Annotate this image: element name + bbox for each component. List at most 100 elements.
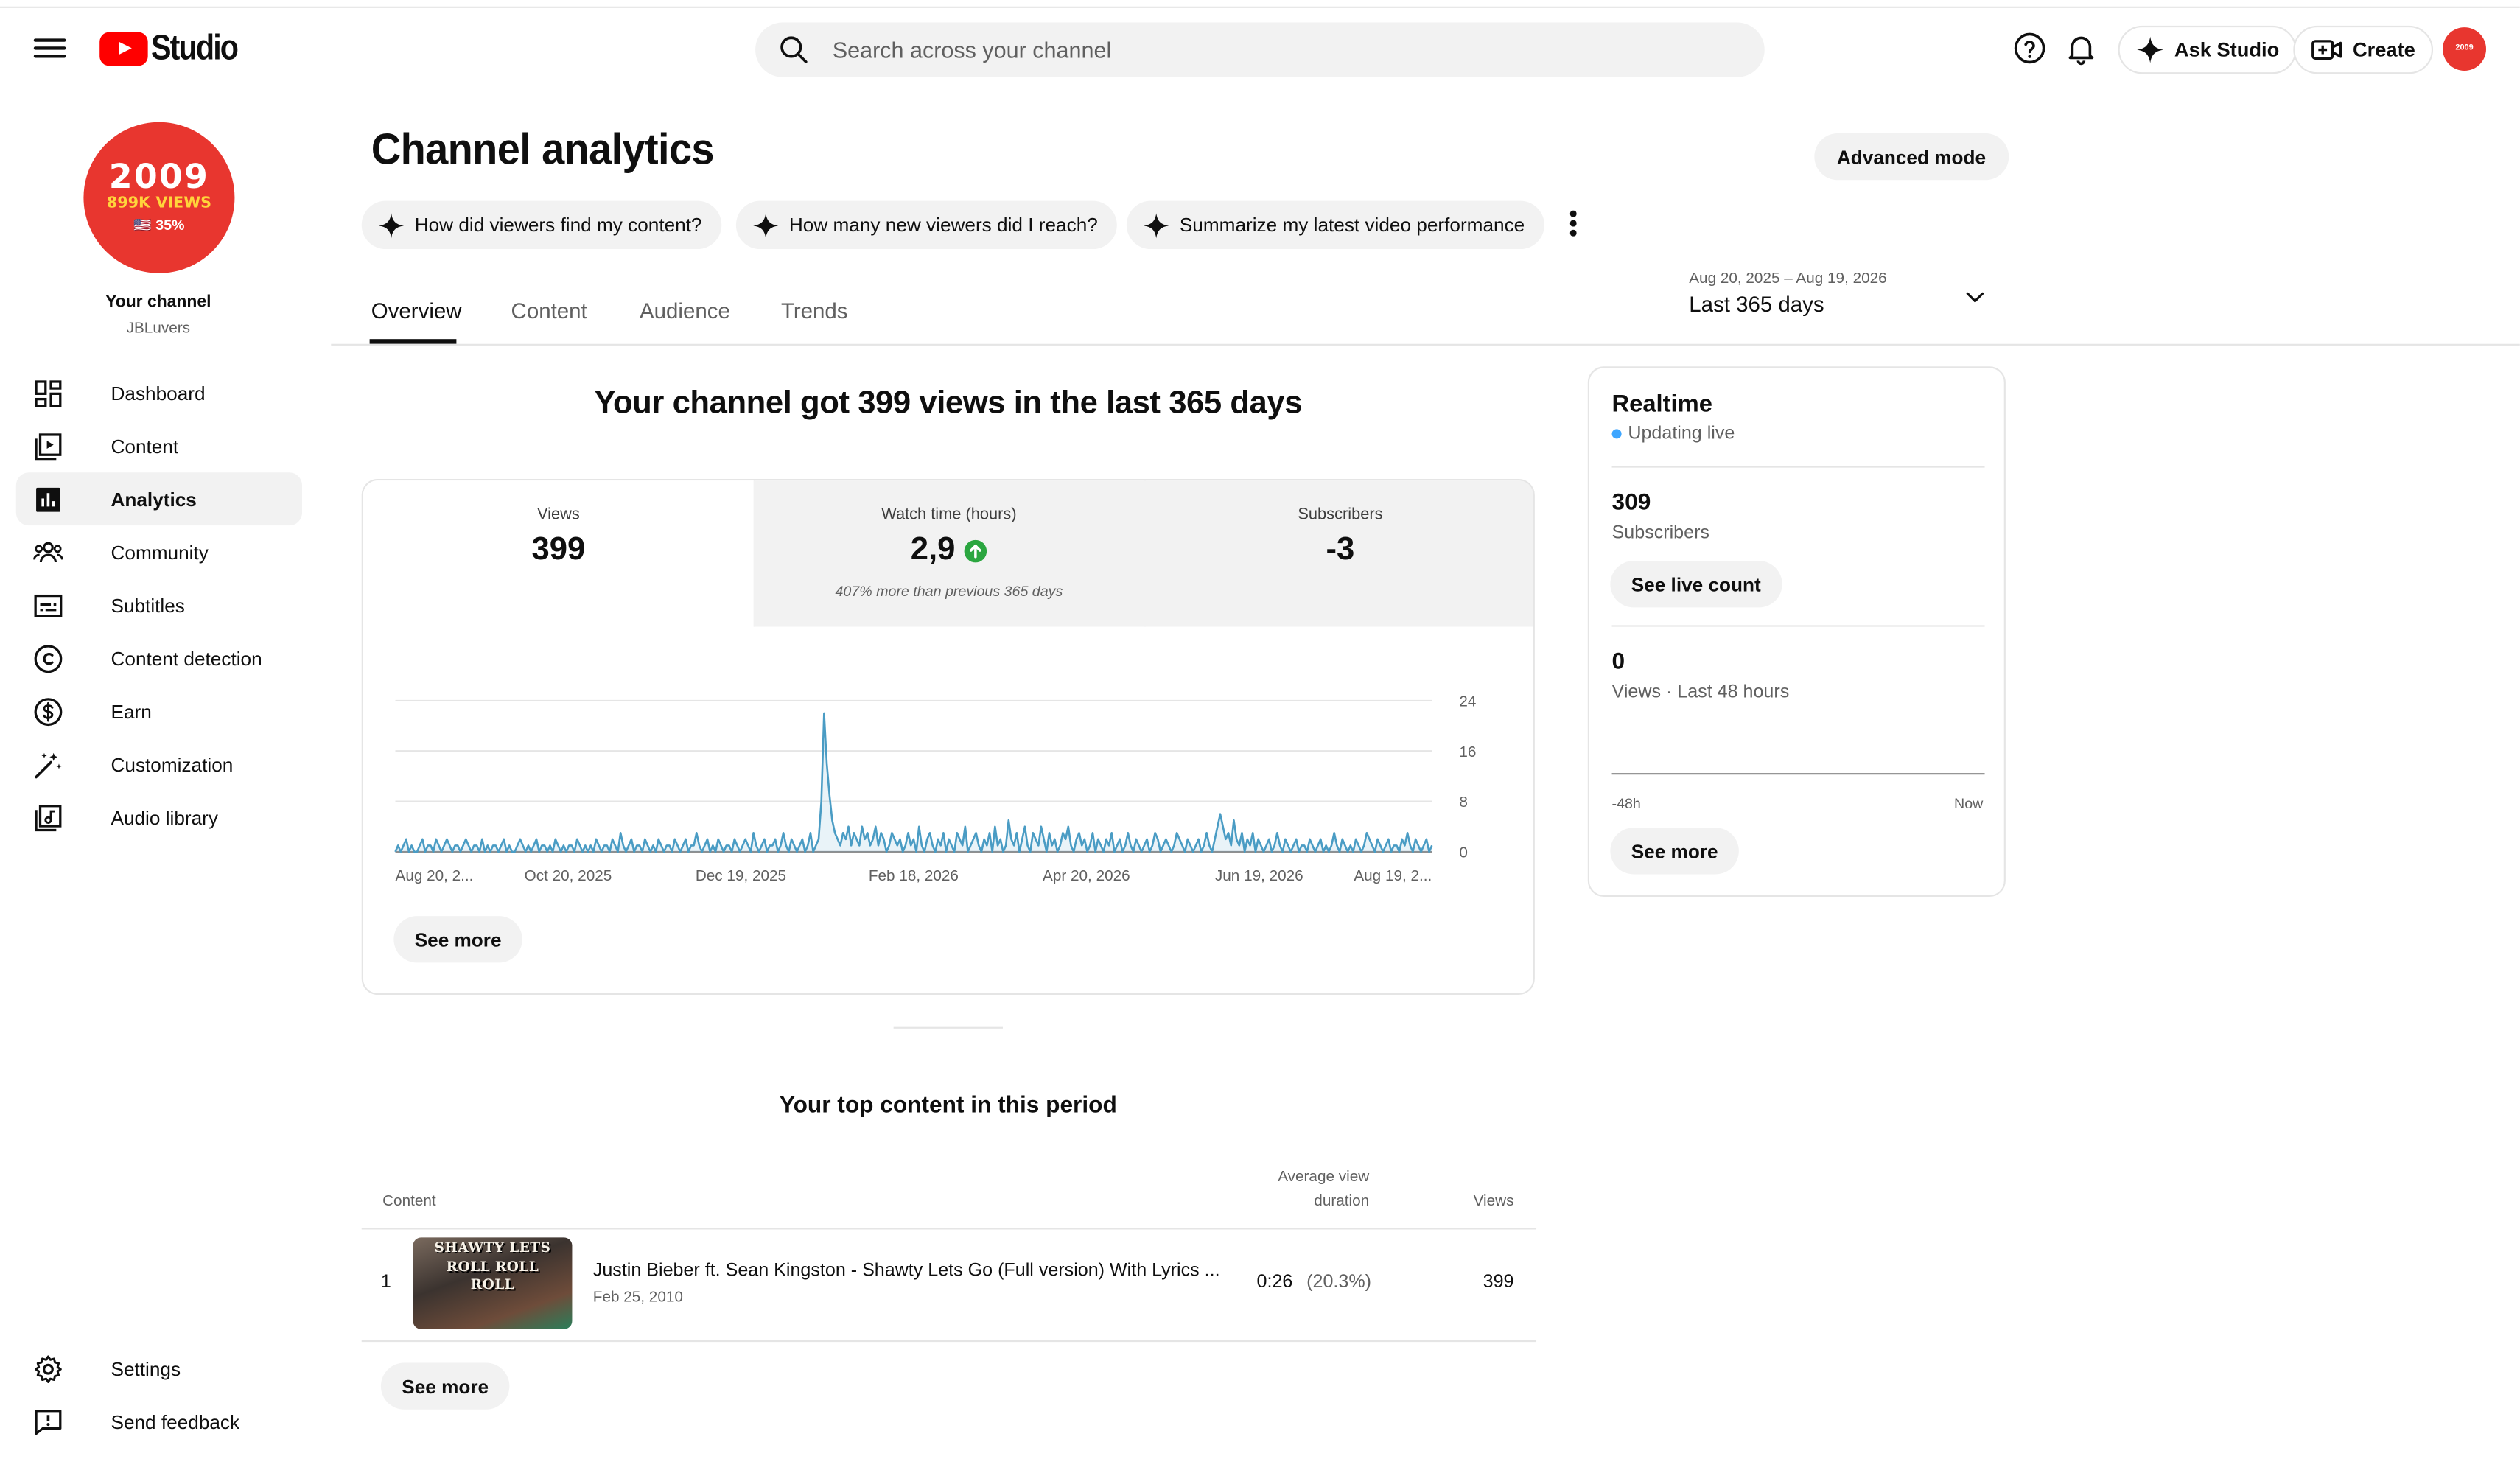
thumbnail-text-line: ROLL ROLL xyxy=(446,1259,539,1276)
sparkle-icon xyxy=(2137,36,2164,63)
chip-label: How many new viewers did I reach? xyxy=(788,214,1098,237)
table-divider xyxy=(361,1228,1537,1230)
top-content-title: Your top content in this period xyxy=(779,1093,1117,1119)
realtime-divider xyxy=(1611,466,1985,468)
column-header-views: Views xyxy=(1473,1192,1514,1211)
channel-avatar[interactable]: 2009 899K VIEWS 🇺🇸 35% xyxy=(83,122,235,273)
section-divider xyxy=(893,1026,1003,1029)
metric-value: -3 xyxy=(1326,531,1355,567)
row-views: 399 xyxy=(1483,1273,1514,1292)
more-options-icon[interactable] xyxy=(1562,209,1585,238)
metric-value: 2,9 xyxy=(910,531,956,567)
realtime-title: Realtime xyxy=(1611,390,1712,419)
sidebar-item-label: Analytics xyxy=(111,487,197,511)
sparkle-icon xyxy=(1144,212,1169,238)
feedback-icon xyxy=(35,1409,62,1435)
audio-library-icon xyxy=(35,804,62,831)
page-title: Channel analytics xyxy=(371,125,715,174)
suggestion-chip-summarize[interactable]: Summarize my latest video performance xyxy=(1126,200,1544,250)
metric-label: Subscribers xyxy=(1298,506,1383,525)
sidebar-item-settings[interactable]: Settings xyxy=(16,1342,302,1395)
gear-icon xyxy=(35,1354,62,1382)
copyright-icon xyxy=(34,644,63,673)
sidebar-item-send-feedback[interactable]: Send feedback xyxy=(16,1395,302,1448)
sidebar-item-label: Content detection xyxy=(111,646,262,670)
analytics-icon xyxy=(36,486,60,511)
chart-see-more-button[interactable]: See more xyxy=(393,916,522,963)
tab-content[interactable]: Content xyxy=(511,299,587,323)
views-series-line xyxy=(394,712,1433,853)
search-bar[interactable] xyxy=(755,22,1765,77)
suggestion-chip-find-content[interactable]: How did viewers find my content? xyxy=(361,200,721,250)
sidebar-item-analytics[interactable]: Analytics xyxy=(15,472,303,526)
sidebar-item-community[interactable]: Community xyxy=(16,525,302,578)
tabs-divider xyxy=(331,343,2520,346)
video-thumbnail[interactable]: SHAWTY LETS ROLL ROLL ROLL xyxy=(413,1237,573,1329)
content-icon xyxy=(35,433,62,460)
sidebar-item-dashboard[interactable]: Dashboard xyxy=(16,366,302,419)
date-range-selector[interactable]: Aug 20, 2025 – Aug 19, 2026 Last 365 day… xyxy=(1689,270,1994,328)
top-content-see-more-button[interactable]: See more xyxy=(380,1362,510,1410)
realtime-see-more-button[interactable]: See more xyxy=(1610,828,1739,875)
tab-overview[interactable]: Overview xyxy=(371,299,462,323)
notifications-bell-icon[interactable] xyxy=(2063,30,2099,66)
chip-label: Summarize my latest video performance xyxy=(1179,214,1525,237)
column-header-content: Content xyxy=(382,1192,436,1211)
menu-icon[interactable] xyxy=(33,34,66,63)
studio-logo[interactable]: Studio xyxy=(99,27,251,68)
realtime-views-label: Views · Last 48 hours xyxy=(1611,682,1790,703)
y-tick-label: 0 xyxy=(1459,844,1468,861)
tab-trends[interactable]: Trends xyxy=(781,299,848,323)
average-view-percentage: (20.3%) xyxy=(1306,1273,1372,1292)
chip-label: How did viewers find my content? xyxy=(414,214,702,237)
x-tick-label: Dec 19, 2025 xyxy=(696,867,786,884)
metric-label: Watch time (hours) xyxy=(881,506,1017,525)
metric-label: Views xyxy=(536,506,580,525)
metric-views[interactable]: Views 399 xyxy=(363,480,754,627)
tab-audience[interactable]: Audience xyxy=(640,299,730,323)
sidebar-item-customization[interactable]: Customization xyxy=(16,738,302,791)
realtime-subscribers-label: Subscribers xyxy=(1611,524,1709,544)
sparkle-icon xyxy=(753,212,779,238)
column-header-avd-line1: Average view xyxy=(1278,1168,1370,1186)
column-header-avd-line2: duration xyxy=(1314,1192,1370,1211)
account-avatar[interactable]: 2009 xyxy=(2443,27,2487,71)
dashboard-icon xyxy=(35,379,62,407)
video-title-link[interactable]: Justin Bieber ft. Sean Kingston - Shawty… xyxy=(593,1262,1226,1281)
average-view-duration: 0:26 xyxy=(1256,1273,1293,1292)
help-icon[interactable] xyxy=(2012,30,2048,66)
ask-studio-label: Ask Studio xyxy=(2174,38,2280,61)
metric-watch-time[interactable]: Watch time (hours) 2,9 407% more than pr… xyxy=(753,480,1144,627)
suggestion-chip-new-viewers[interactable]: How many new viewers did I reach? xyxy=(735,200,1117,250)
search-input[interactable] xyxy=(832,37,1701,63)
search-icon xyxy=(780,36,808,63)
metric-subscribers[interactable]: Subscribers -3 xyxy=(1144,480,1533,627)
live-label: Updating live xyxy=(1628,424,1735,444)
realtime-divider xyxy=(1611,625,1985,627)
sidebar-item-content[interactable]: Content xyxy=(16,419,302,472)
sidebar-item-content-detection[interactable]: Content detection xyxy=(16,631,302,685)
arrow-up-icon xyxy=(965,539,988,562)
x-tick-label: Apr 20, 2026 xyxy=(1043,867,1130,884)
sidebar-item-label: Customization xyxy=(111,752,234,776)
logo-text: Studio xyxy=(151,27,239,68)
realtime-views-value: 0 xyxy=(1611,649,1625,676)
subtitles-icon xyxy=(34,593,63,617)
realtime-card: Realtime Updating live 309 Subscribers S… xyxy=(1587,366,2006,897)
create-label: Create xyxy=(2352,38,2415,61)
see-live-count-button[interactable]: See live count xyxy=(1610,561,1782,608)
sidebar-item-label: Send feedback xyxy=(111,1410,240,1433)
channel-label: Your channel xyxy=(105,292,211,312)
sidebar-item-label: Subtitles xyxy=(111,593,185,617)
realtime-subscribers-value: 309 xyxy=(1611,490,1651,517)
sidebar-item-audio-library[interactable]: Audio library xyxy=(16,791,302,844)
dollar-icon xyxy=(34,697,63,725)
sidebar-item-subtitles[interactable]: Subtitles xyxy=(16,578,302,631)
create-button[interactable]: Create xyxy=(2293,25,2433,74)
advanced-mode-button[interactable]: Advanced mode xyxy=(1814,133,2009,181)
sidebar-item-label: Earn xyxy=(111,699,152,723)
ask-studio-button[interactable]: Ask Studio xyxy=(2118,25,2297,74)
metric-value: 399 xyxy=(531,531,586,567)
sidebar-item-earn[interactable]: Earn xyxy=(16,685,302,738)
live-dot-icon xyxy=(1611,429,1622,439)
